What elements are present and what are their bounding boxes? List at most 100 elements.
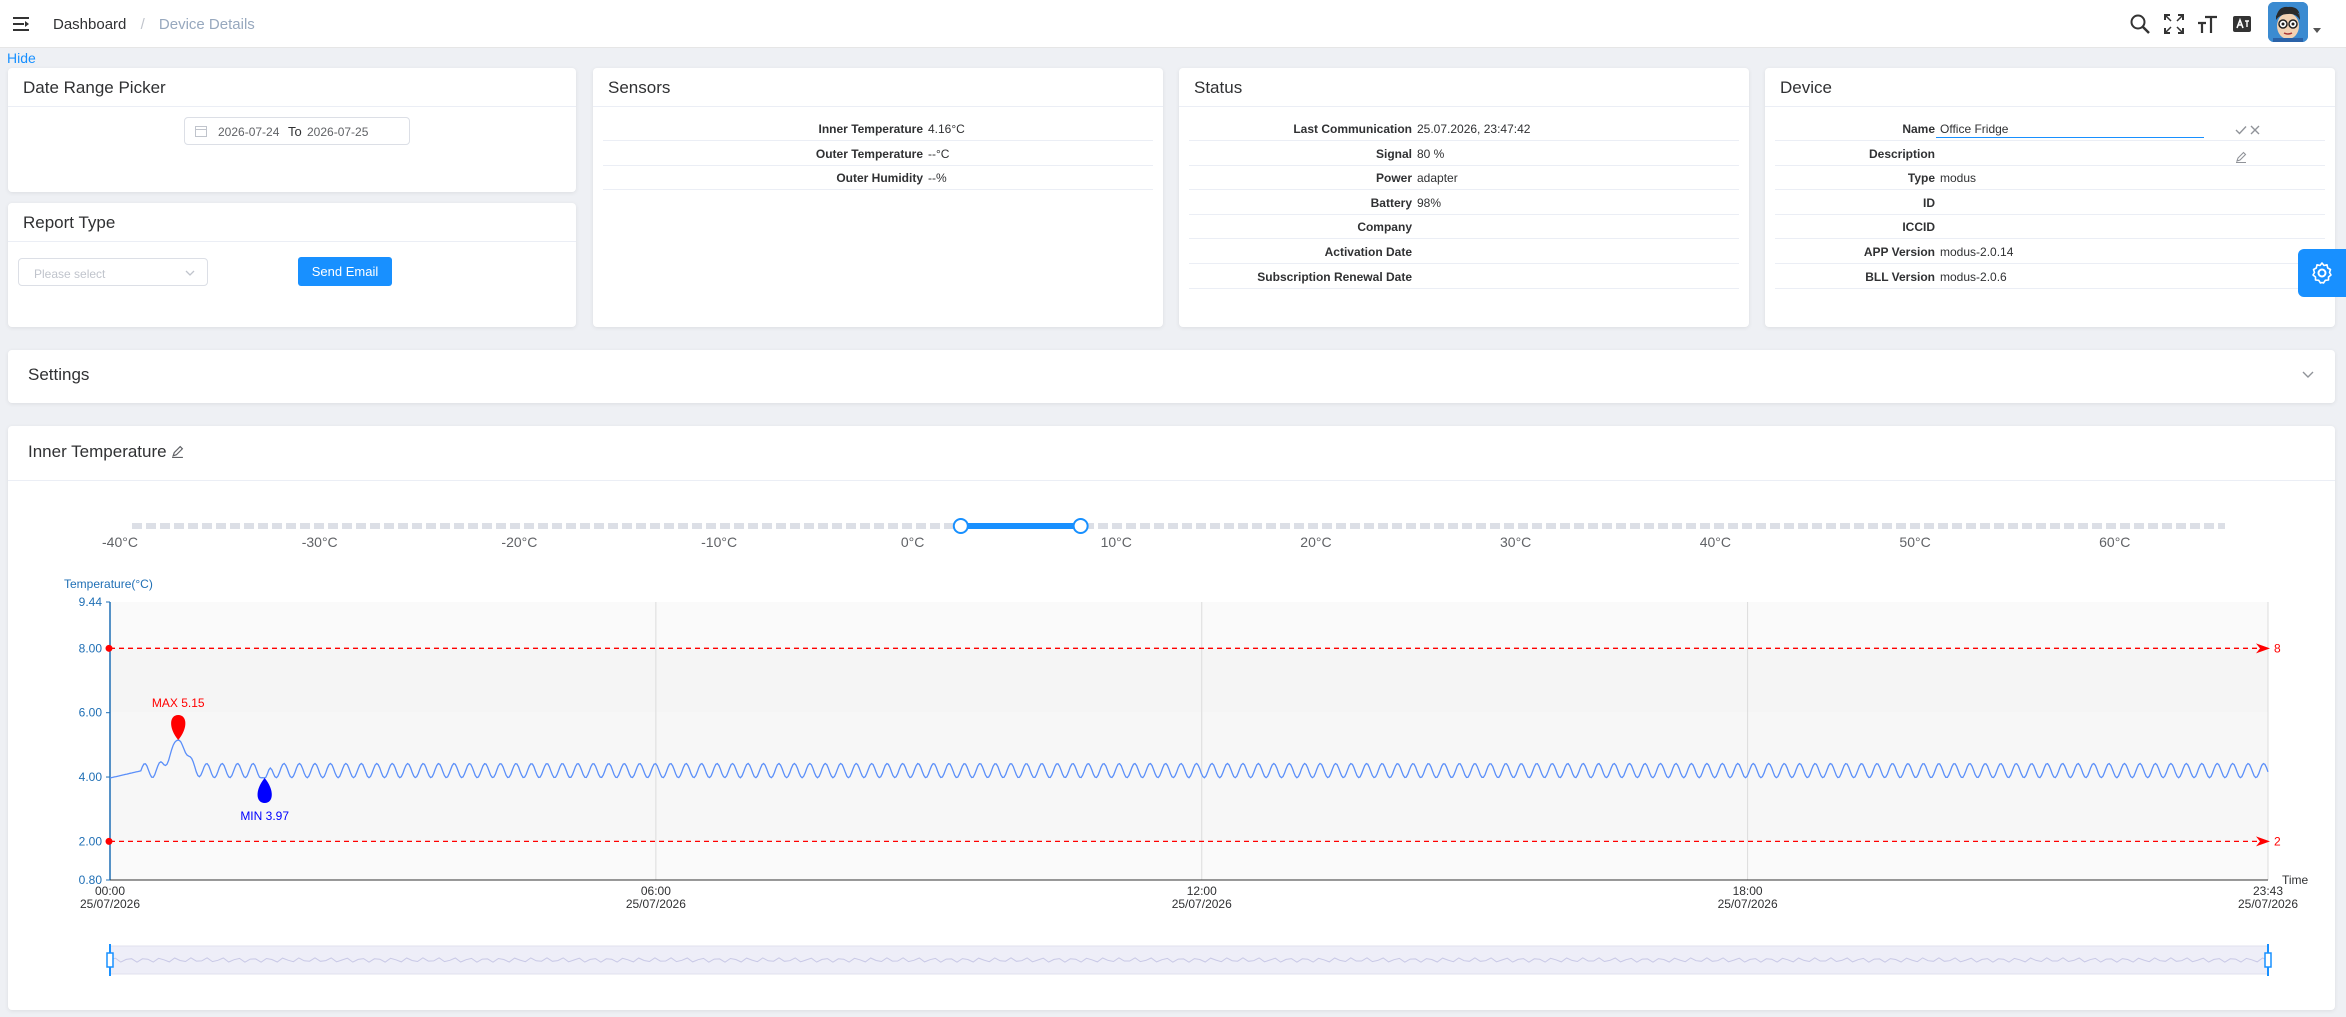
status-row: Company bbox=[1189, 214, 1739, 240]
y-tick-label: 4.00 bbox=[79, 770, 103, 784]
device-label: Type bbox=[1907, 171, 1935, 186]
x-tick-time: 18:00 bbox=[1733, 884, 1763, 898]
slider-low-handle[interactable] bbox=[952, 518, 969, 534]
status-row: Activation Date bbox=[1189, 239, 1739, 264]
avatar-caret-icon[interactable] bbox=[2313, 28, 2321, 33]
settings-title: Settings bbox=[28, 365, 90, 384]
date-range-input[interactable]: 2026-07-24 To 2026-07-25 bbox=[184, 117, 410, 145]
x-tick-date: 25/07/2026 bbox=[626, 897, 686, 911]
sensors-label: Outer Humidity bbox=[836, 171, 923, 186]
upper-limit-label: 8 bbox=[2274, 641, 2281, 655]
status-row: Battery 98% bbox=[1189, 190, 1739, 215]
device-label: Description bbox=[1868, 146, 1935, 161]
slider-scale-label: 0°C bbox=[900, 534, 925, 550]
divider bbox=[1765, 106, 2335, 107]
slider-scale-label: 50°C bbox=[1899, 534, 1931, 550]
status-value: 80 % bbox=[1417, 146, 1445, 161]
hide-link[interactable]: Hide bbox=[7, 50, 36, 66]
slider-scale-label: -20°C bbox=[501, 534, 538, 550]
gear-icon bbox=[2312, 262, 2332, 284]
breadcrumb-dashboard[interactable]: Dashboard bbox=[53, 16, 126, 33]
status-row: Subscription Renewal Date bbox=[1189, 264, 1739, 289]
max-marker-label: MAX 5.15 bbox=[152, 696, 205, 710]
temperature-chart: Temperature(°C)9.448.006.004.002.000.800… bbox=[64, 577, 2309, 976]
calendar-icon bbox=[195, 126, 207, 137]
divider bbox=[8, 106, 576, 107]
sensors-row: Outer Temperature --°C bbox=[603, 141, 1153, 166]
settings-panel[interactable]: Settings bbox=[8, 350, 2335, 403]
slider-scale-label: -10°C bbox=[701, 534, 738, 550]
date-range-title: Date Range Picker bbox=[23, 78, 166, 97]
report-type-title: Report Type bbox=[23, 213, 116, 232]
device-card: Device Name Office Fridge Description Type m… bbox=[1765, 68, 2335, 327]
status-label: Power bbox=[1375, 171, 1412, 186]
status-label: Battery bbox=[1370, 195, 1412, 210]
breadcrumb-device-details: Device Details bbox=[158, 16, 255, 33]
device-title: Device bbox=[1780, 78, 1832, 97]
date-end[interactable]: 2026-07-25 bbox=[307, 125, 368, 139]
settings-drawer-button[interactable] bbox=[2298, 249, 2346, 297]
device-row: BLL Version modus-2.0.6 bbox=[1775, 264, 2325, 289]
status-value: 98% bbox=[1417, 195, 1442, 210]
y-axis-label: Temperature(°C) bbox=[64, 577, 153, 591]
device-value: modus bbox=[1940, 171, 1977, 186]
sensors-label: Outer Temperature bbox=[815, 146, 923, 161]
language-icon[interactable] bbox=[2230, 12, 2254, 36]
status-label: Activation Date bbox=[1324, 245, 1412, 259]
x-tick-date: 25/07/2026 bbox=[1172, 897, 1232, 911]
sensors-label: Inner Temperature bbox=[818, 122, 923, 136]
slider-scale-label: 30°C bbox=[1500, 534, 1532, 550]
x-tick-time: 12:00 bbox=[1187, 884, 1217, 898]
lower-limit-dot bbox=[105, 837, 113, 845]
inner-temperature-title: Inner Temperature bbox=[28, 442, 184, 462]
x-tick-date: 25/07/2026 bbox=[2238, 897, 2298, 911]
slider-scale-label: -30°C bbox=[301, 534, 338, 550]
fullscreen-icon[interactable] bbox=[2162, 12, 2186, 36]
divider bbox=[8, 480, 2335, 481]
inner-temperature-label: Inner Temperature bbox=[28, 442, 167, 461]
x-tick-time: 06:00 bbox=[641, 884, 671, 898]
upper-limit-dot bbox=[105, 644, 113, 652]
breadcrumb-separator: / bbox=[140, 16, 145, 33]
sensors-row: Outer Humidity --% bbox=[603, 165, 1153, 191]
plot-band bbox=[110, 602, 2268, 649]
plot-band bbox=[110, 648, 2268, 713]
sensors-row: Inner Temperature 4.16°C bbox=[603, 116, 1153, 141]
device-value[interactable]: Office Fridge bbox=[1940, 122, 2008, 136]
x-tick-date: 25/07/2026 bbox=[1718, 897, 1778, 911]
close-icon[interactable] bbox=[2249, 124, 2261, 136]
font-size-icon[interactable] bbox=[2196, 12, 2220, 36]
status-label: Last Communication bbox=[1293, 122, 1412, 136]
slider-scale-label: 20°C bbox=[1300, 534, 1332, 550]
device-row: Type modus bbox=[1775, 165, 2325, 191]
sensors-value: --°C bbox=[928, 146, 950, 161]
hamburger-icon[interactable] bbox=[12, 14, 32, 34]
data-zoom-track[interactable] bbox=[109, 945, 2269, 975]
status-row: Power adapter bbox=[1189, 165, 1739, 191]
search-icon[interactable] bbox=[2128, 12, 2152, 36]
breadcrumb: Dashboard / Device Details bbox=[53, 16, 255, 33]
x-tick-time: 23:43 bbox=[2253, 884, 2283, 898]
zoom-right-handle[interactable] bbox=[2264, 952, 2272, 968]
avatar[interactable] bbox=[2268, 2, 2308, 42]
status-card: Status Last Communication 25.07.2026, 23:… bbox=[1179, 68, 1749, 327]
device-label: BLL Version bbox=[1865, 269, 1935, 284]
x-axis-label: Time bbox=[2282, 873, 2309, 887]
divider bbox=[8, 241, 576, 242]
report-type-select[interactable]: Please select bbox=[18, 258, 208, 286]
min-marker-label: MIN 3.97 bbox=[240, 809, 289, 823]
confirm-icon[interactable] bbox=[2235, 124, 2247, 136]
date-start[interactable]: 2026-07-24 bbox=[218, 125, 279, 139]
date-range-card: Date Range Picker 2026-07-24 To 2026-07-… bbox=[8, 68, 576, 192]
edit-icon[interactable] bbox=[171, 445, 184, 459]
slider-high-handle[interactable] bbox=[1072, 518, 1089, 534]
divider bbox=[593, 106, 1163, 107]
sensors-value: --% bbox=[928, 171, 947, 186]
temperature-range-slider[interactable] bbox=[8, 506, 2335, 546]
zoom-left-handle[interactable] bbox=[106, 952, 114, 968]
sensors-card: Sensors Inner Temperature 4.16°C Outer Tem… bbox=[593, 68, 1163, 327]
status-value: adapter bbox=[1417, 171, 1458, 186]
edit-icon[interactable] bbox=[2235, 151, 2247, 163]
chevron-down-icon[interactable] bbox=[2301, 367, 2315, 381]
send-email-button[interactable]: Send Email bbox=[298, 257, 392, 286]
